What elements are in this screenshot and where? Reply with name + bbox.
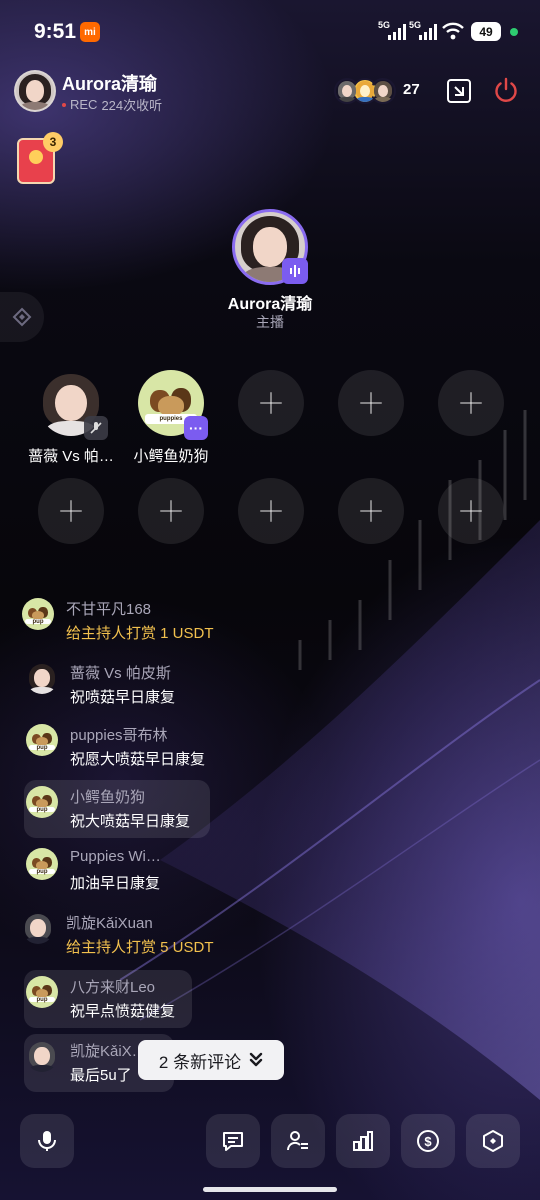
user-list-icon <box>286 1131 308 1151</box>
viewer-avatar <box>370 78 396 104</box>
status-bar: 9:51 mi 5G 5G 49 <box>0 0 540 64</box>
mic-button[interactable] <box>20 1114 74 1168</box>
chat-username: 凯旋KǎiXuan <box>66 915 153 932</box>
battery-icon: 49 <box>471 22 501 41</box>
empty-seat-plus-icon[interactable] <box>438 478 504 544</box>
user-avatar <box>22 912 54 944</box>
new-comments-button[interactable]: 2 条新评论 <box>138 1040 284 1080</box>
user-avatar: pup <box>26 848 58 880</box>
chat-username: 凯旋KǎiX… <box>70 1043 147 1060</box>
signal-icon <box>419 24 437 40</box>
chat-text: 祝愿大喷菇早日康复 <box>70 751 206 768</box>
power-icon[interactable] <box>492 76 520 104</box>
comment-button[interactable] <box>206 1114 260 1168</box>
minimize-icon[interactable] <box>446 78 472 104</box>
empty-seat-plus-icon[interactable] <box>238 478 304 544</box>
wifi-icon <box>442 22 464 40</box>
status-time: 9:51 <box>34 20 77 43</box>
empty-seat-plus-icon[interactable] <box>38 478 104 544</box>
user-avatar: pup <box>26 976 58 1008</box>
chat-username: 蔷薇 Vs 帕皮斯 <box>70 665 171 682</box>
home-indicator[interactable] <box>203 1187 337 1192</box>
tip-button[interactable]: $ <box>401 1114 455 1168</box>
rec-label: REC <box>70 97 98 112</box>
more-actions-button[interactable] <box>466 1114 520 1168</box>
chat-text: 祝喷菇早日康复 <box>70 689 176 706</box>
stats-button[interactable] <box>336 1114 390 1168</box>
chat-username: 不甘平凡168 <box>66 601 152 618</box>
empty-seat-plus-icon[interactable] <box>138 478 204 544</box>
chat-text: 祝大喷菇早日康复 <box>70 813 191 830</box>
user-avatar: pup <box>26 724 58 756</box>
host-name[interactable]: Aurora清瑜 <box>62 70 157 96</box>
host-meta: REC 224次收听 <box>62 95 162 114</box>
viewer-avatars[interactable] <box>334 78 396 104</box>
mi-app-icon: mi <box>80 22 100 42</box>
chat-text: 给主持人打赏 1 USDT <box>66 625 214 642</box>
hexagon-icon <box>483 1130 503 1152</box>
chat-text: 加油早日康复 <box>70 875 161 892</box>
signal-icon <box>388 24 406 40</box>
double-chevron-down-icon <box>249 1052 263 1067</box>
speaking-icon <box>282 258 308 284</box>
user-avatar <box>26 662 58 694</box>
user-avatar <box>26 1040 58 1072</box>
more-icon: ··· <box>184 416 208 440</box>
red-packet-count: 3 <box>43 132 63 152</box>
mic-icon <box>38 1131 56 1151</box>
mic-muted-icon <box>84 416 108 440</box>
host-seat-role: 主播 <box>256 314 284 330</box>
chat-text: 给主持人打赏 5 USDT <box>66 939 214 956</box>
dollar-icon: $ <box>417 1130 439 1152</box>
new-comments-label: 2 条新评论 <box>158 1052 242 1072</box>
empty-seat-plus-icon[interactable] <box>338 478 404 544</box>
seat-1-name: 蔷薇 Vs 帕… <box>28 448 114 465</box>
seat-2-name: 小鳄鱼奶狗 <box>133 448 209 465</box>
comment-icon <box>223 1132 243 1151</box>
chart-icon <box>353 1131 373 1151</box>
empty-seat-plus-icon[interactable] <box>238 370 304 436</box>
user-list-button[interactable] <box>271 1114 325 1168</box>
chat-username: puppies哥布林 <box>70 727 168 744</box>
chat-text: 最后5u了 <box>70 1067 132 1084</box>
svg-text:$: $ <box>424 1134 432 1149</box>
chat-username: 八方来财Leo <box>70 979 156 996</box>
chat-username: 小鳄鱼奶狗 <box>70 789 146 806</box>
empty-seat-plus-icon[interactable] <box>438 370 504 436</box>
red-packet-button[interactable]: 3 <box>17 132 63 184</box>
chat-username: Puppies Wi… <box>70 848 161 865</box>
listen-count: 224次收听 <box>101 98 163 113</box>
empty-seat-plus-icon[interactable] <box>338 370 404 436</box>
host-avatar[interactable] <box>14 70 56 112</box>
privacy-dot <box>510 28 518 36</box>
host-seat-name: Aurora清瑜 <box>227 296 313 313</box>
viewer-count[interactable]: 27 <box>403 81 420 98</box>
coin-icon <box>29 150 43 164</box>
chat-text: 祝早点愤菇健复 <box>70 1003 176 1020</box>
user-avatar: pup <box>26 786 58 818</box>
rec-dot-icon <box>62 102 66 107</box>
user-avatar: pup <box>22 598 54 630</box>
